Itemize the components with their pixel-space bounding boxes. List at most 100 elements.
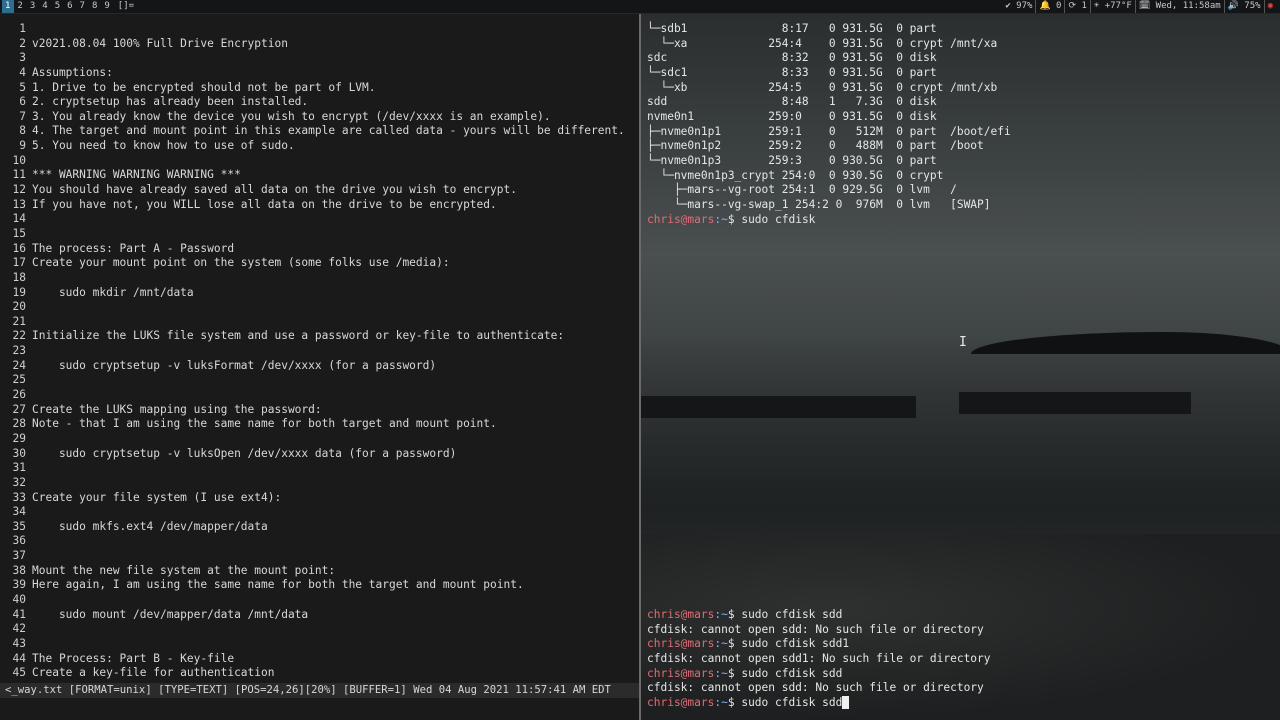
workspace-3[interactable]: 3 (27, 0, 39, 13)
editor-line[interactable] (32, 373, 625, 388)
editor-line[interactable]: sudo cryptsetup -v luksOpen /dev/xxxx da… (32, 447, 625, 462)
line-number: 2 (19, 36, 26, 50)
editor-line[interactable]: sudo mkfs.ext4 /dev/mapper/data (32, 520, 625, 535)
editor-line[interactable] (32, 549, 625, 564)
command-text: sudo cfdisk sdd (734, 608, 843, 621)
editor-line[interactable]: sudo mkdir /mnt/data (32, 286, 625, 301)
line-number-gutter: 1 2 3 4 5 6 7 8 9 10 11 12 13 14 15 16 17 18 19 20 21 22 23 24 2… (2, 22, 26, 681)
editor-line[interactable] (32, 505, 625, 520)
editor-line[interactable]: 5. You need to know how to use of sudo. (32, 139, 625, 154)
command-output: cfdisk: cannot open sdd1: No such file o… (647, 651, 991, 665)
line-number: 23 (12, 344, 26, 358)
workspace-7[interactable]: 7 (77, 0, 89, 13)
prompt-line: chris@mars:~$ sudo cfdisk sdd1 (647, 637, 991, 652)
power-icon[interactable]: ◉ (1263, 0, 1276, 13)
workspace-2[interactable]: 2 (14, 0, 26, 13)
editor-line[interactable]: sudo cryptsetup -v luksFormat /dev/xxxx … (32, 359, 625, 374)
workspace-1[interactable]: 1 (2, 0, 15, 13)
prompt-symbol: $ (727, 212, 735, 226)
editor-line[interactable]: Note - that I am using the same name for… (32, 417, 625, 432)
line-number: 38 (12, 563, 26, 577)
editor-line[interactable]: Mount the new file system at the mount p… (32, 564, 625, 579)
editor-line[interactable]: Create a key-file for authentication (32, 666, 625, 681)
editor-line[interactable] (32, 622, 625, 637)
command-text: sudo cfdisk sdd (734, 666, 843, 680)
workspace-8[interactable]: 8 (89, 0, 101, 13)
line-number: 8 (19, 124, 26, 138)
editor-pane[interactable]: 1 2 3 4 5 6 7 8 9 10 11 12 13 14 15 16 17 18 19 20 21 22 23 24 2… (0, 14, 641, 720)
editor-line[interactable]: Initialize the LUKS file system and use … (32, 329, 625, 344)
wallpaper-hills (971, 332, 1280, 354)
editor-line[interactable] (32, 22, 625, 37)
prompt-symbol: $ (727, 608, 735, 621)
prompt-line: chris@mars:~$ sudo cfdisk sdd (647, 695, 991, 711)
line-number: 40 (12, 592, 26, 606)
editor-line[interactable] (32, 432, 625, 447)
line-number: 42 (12, 622, 26, 636)
editor-line[interactable]: *** WARNING WARNING WARNING *** (32, 168, 625, 183)
workspace-4[interactable]: 4 (39, 0, 51, 13)
editor-line[interactable]: Create the LUKS mapping using the passwo… (32, 403, 625, 418)
editor-line[interactable]: 4. The target and mount point in this ex… (32, 124, 625, 139)
line-number: 10 (12, 153, 26, 167)
terminal-pane[interactable]: I └─sdb1 8:17 0 931.5G 0 part └─xa 254:4… (641, 14, 1280, 720)
prompt-symbol: $ (727, 666, 735, 680)
editor-line[interactable] (32, 461, 625, 476)
clock[interactable]: 🗓 Wed, 11:58am (1134, 0, 1224, 13)
command-text: sudo cfdisk sdd1 (734, 637, 850, 651)
text-cursor-icon: I (959, 335, 967, 350)
editor-line[interactable] (32, 476, 625, 491)
weather-indicator[interactable]: ☀ +77°F (1089, 0, 1135, 13)
line-number: 7 (19, 109, 26, 123)
volume-indicator[interactable]: 🔊 75% (1223, 0, 1264, 13)
line-number: 3 (19, 51, 26, 65)
editor-line[interactable]: The Process: Part B - Key-file (32, 652, 625, 667)
editor-line[interactable] (32, 212, 625, 227)
editor-line[interactable] (32, 271, 625, 286)
editor-line[interactable]: Create your mount point on the system (s… (32, 256, 625, 271)
line-number: 35 (12, 519, 26, 533)
command-text[interactable]: sudo cfdisk sdd (735, 696, 842, 709)
line-number: 29 (12, 431, 26, 445)
line-number: 36 (12, 534, 26, 548)
editor-line[interactable]: 1. Drive to be encrypted should not be p… (32, 81, 625, 96)
editor-line[interactable] (32, 51, 625, 66)
editor-line[interactable] (32, 315, 625, 330)
editor-line[interactable] (32, 388, 625, 403)
editor-line[interactable] (32, 593, 625, 608)
command-text: sudo cfdisk (734, 212, 816, 226)
updates-indicator[interactable]: ⟳ 1 (1064, 0, 1089, 13)
prompt-path: :~ (714, 212, 728, 226)
workspace-9[interactable]: 9 (101, 0, 113, 13)
editor-line[interactable]: 2. cryptsetup has already been installed… (32, 95, 625, 110)
prompt-symbol: $ (727, 695, 735, 709)
wallpaper-water (641, 350, 1280, 490)
line-number: 25 (12, 373, 26, 387)
editor-line[interactable]: v2021.08.04 100% Full Drive Encryption (32, 37, 625, 52)
battery-indicator[interactable]: ✔ 97% (1002, 0, 1035, 13)
editor-line[interactable] (32, 154, 625, 169)
line-number: 20 (12, 300, 26, 314)
editor-line[interactable]: sudo mount /dev/mapper/data /mnt/data (32, 608, 625, 623)
status-bar: 1 2 3 4 5 6 7 8 9 []= ✔ 97% 🔔 0 ⟳ 1 ☀ +77°F 🗓 Wed… (0, 0, 1280, 14)
editor-line[interactable] (32, 637, 625, 652)
editor-line[interactable] (32, 300, 625, 315)
wallpaper-pier-right (959, 392, 1191, 414)
editor-line[interactable]: You should have already saved all data o… (32, 183, 625, 198)
line-number: 24 (12, 358, 26, 372)
editor-line[interactable]: Here again, I am using the same name for… (32, 578, 625, 593)
editor-line[interactable] (32, 534, 625, 549)
editor-line[interactable] (32, 227, 625, 242)
editor-line[interactable]: Create your file system (I use ext4): (32, 491, 625, 506)
editor-line[interactable]: If you have not, you WILL lose all data … (32, 198, 625, 213)
editor-line[interactable] (32, 344, 625, 359)
layout-indicator[interactable]: []= (114, 0, 134, 13)
workspace-5[interactable]: 5 (52, 0, 64, 13)
editor-line[interactable]: 3. You already know the device you wish … (32, 110, 625, 125)
prompt-user: chris@mars (647, 666, 715, 680)
workspace-6[interactable]: 6 (64, 0, 76, 13)
notification-indicator[interactable]: 🔔 0 (1035, 0, 1064, 13)
editor-line[interactable]: The process: Part A - Password (32, 242, 625, 257)
editor-line[interactable]: Assumptions: (32, 66, 625, 81)
editor-text[interactable]: v2021.08.04 100% Full Drive Encryption As… (32, 22, 625, 681)
